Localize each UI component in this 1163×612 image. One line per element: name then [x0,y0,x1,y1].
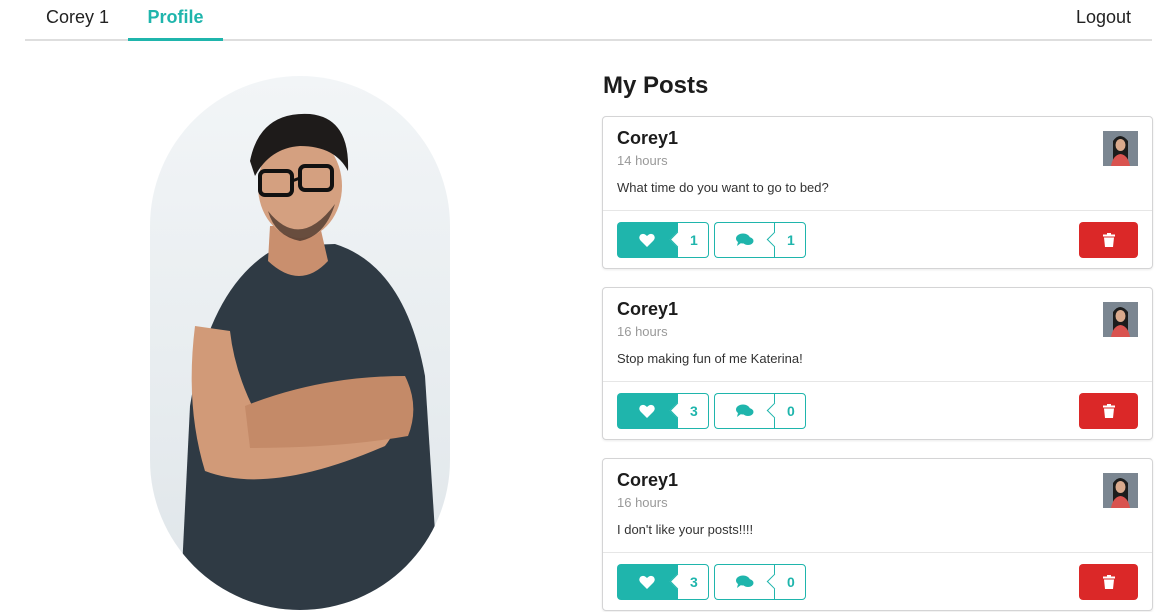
post-avatar [1103,302,1138,337]
post-time: 16 hours [617,495,668,510]
heart-icon [617,564,677,600]
comment-button[interactable]: 0 [714,564,806,600]
heart-icon [617,393,677,429]
post-card: Corey1 16 hours I don't like your posts!… [602,458,1153,611]
comment-count: 0 [774,564,806,600]
post-time: 16 hours [617,324,668,339]
card-divider [603,210,1152,211]
comment-button[interactable]: 1 [714,222,806,258]
card-divider [603,552,1152,553]
card-divider [603,381,1152,382]
nav-profile-tab[interactable]: Profile [128,0,223,41]
post-avatar [1103,473,1138,508]
post-author[interactable]: Corey1 [617,299,678,320]
trash-icon [1102,233,1115,247]
profile-photo [150,76,450,610]
comment-count: 1 [774,222,806,258]
post-time: 14 hours [617,153,668,168]
posts-heading: My Posts [603,72,709,99]
trash-icon [1102,404,1115,418]
post-author[interactable]: Corey1 [617,470,678,491]
comments-icon [714,222,774,258]
like-button[interactable]: 1 [617,222,709,258]
trash-icon [1102,575,1115,589]
nav-user-name[interactable]: Corey 1 [46,0,109,41]
heart-icon [617,222,677,258]
delete-post-button[interactable] [1079,222,1138,258]
comments-icon [714,564,774,600]
like-count: 3 [677,393,709,429]
post-avatar [1103,131,1138,166]
comments-icon [714,393,774,429]
post-author[interactable]: Corey1 [617,128,678,149]
comment-count: 0 [774,393,806,429]
comment-button[interactable]: 0 [714,393,806,429]
like-button[interactable]: 3 [617,564,709,600]
top-nav: Corey 1 Profile Logout [25,0,1152,41]
post-text: I don't like your posts!!!! [617,522,754,537]
post-text: What time do you want to go to bed? [617,180,829,195]
post-card: Corey1 16 hours Stop making fun of me Ka… [602,287,1153,440]
post-text: Stop making fun of me Katerina! [617,351,803,366]
delete-post-button[interactable] [1079,393,1138,429]
like-count: 3 [677,564,709,600]
post-card: Corey1 14 hours What time do you want to… [602,116,1153,269]
like-count: 1 [677,222,709,258]
like-button[interactable]: 3 [617,393,709,429]
delete-post-button[interactable] [1079,564,1138,600]
logout-link[interactable]: Logout [1076,0,1131,41]
